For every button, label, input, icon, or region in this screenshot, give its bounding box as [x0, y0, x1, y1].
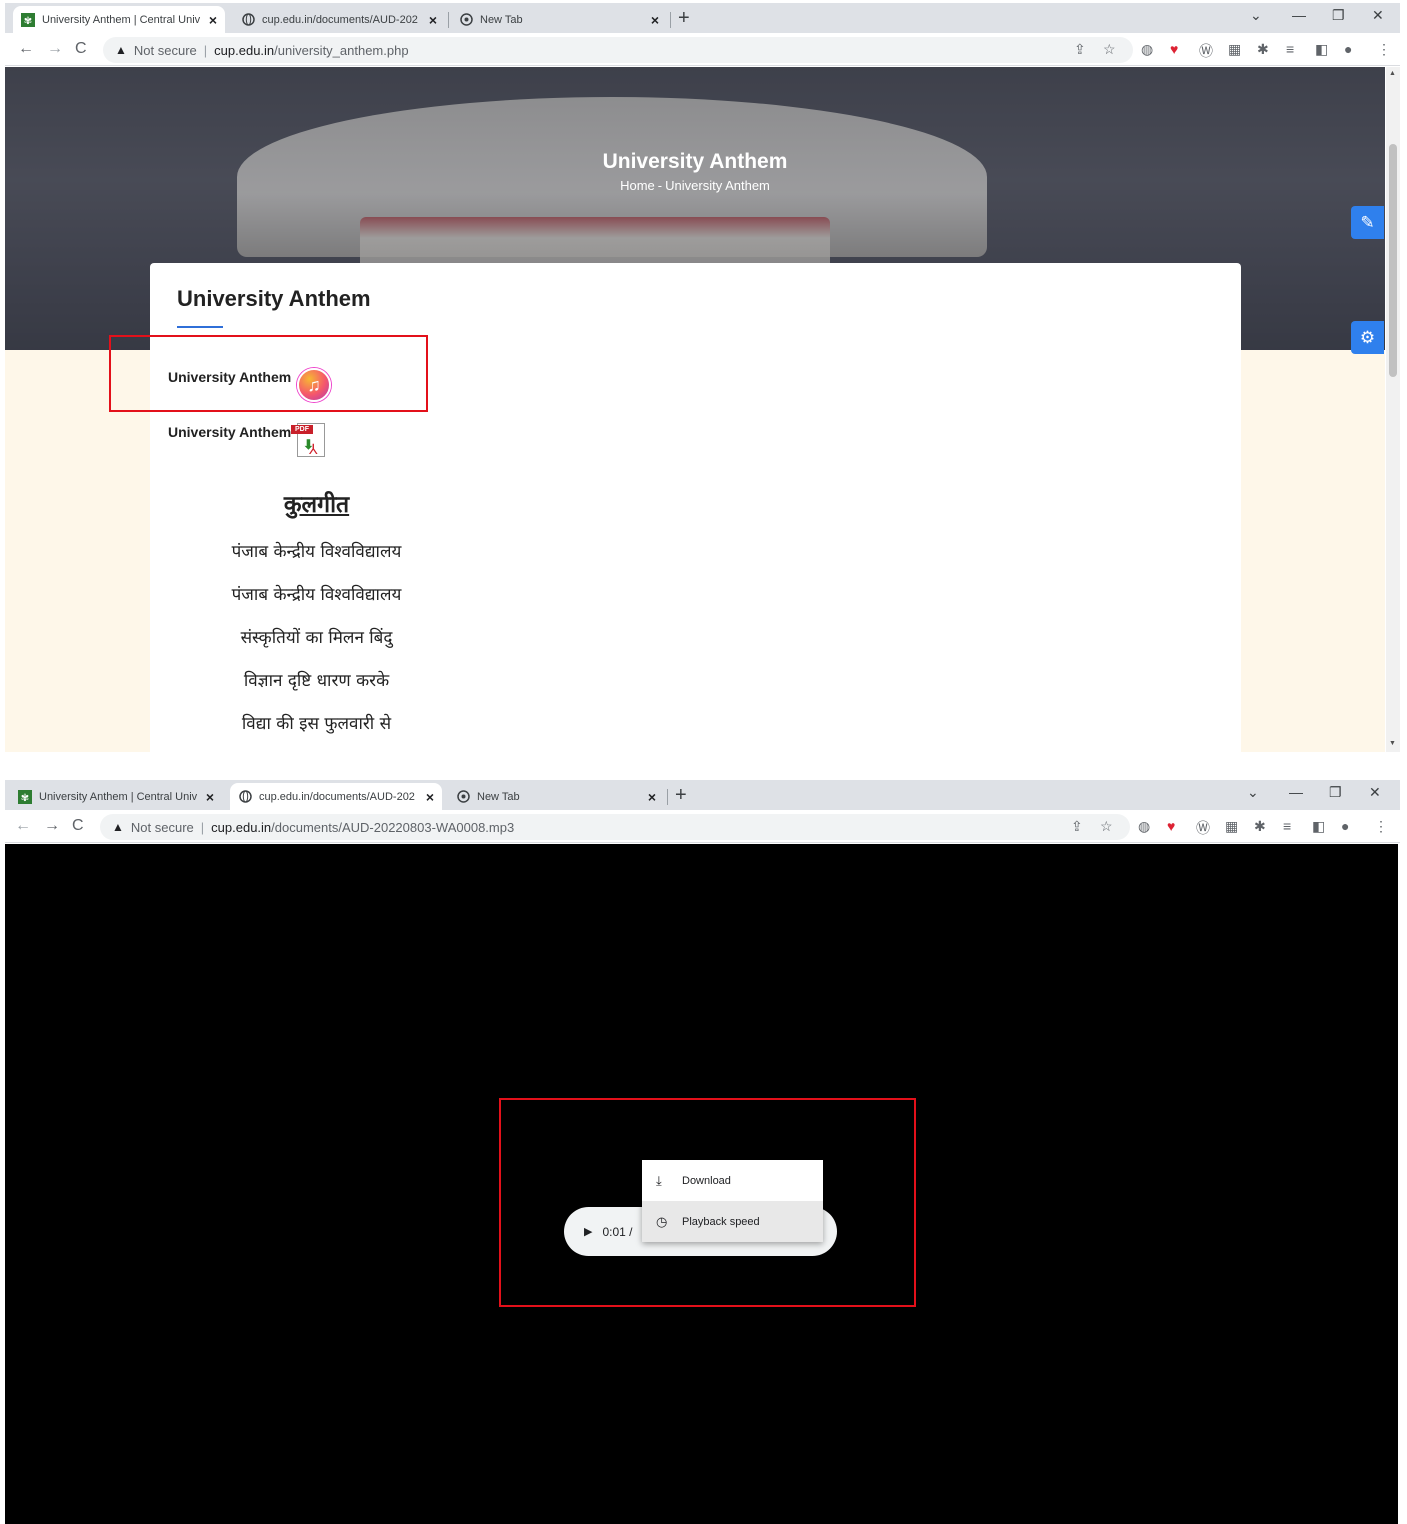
- address-bar[interactable]: ▲ Not secure | cup.edu.in/university_ant…: [103, 37, 1133, 63]
- side-panel-icon[interactable]: ◧: [1315, 41, 1328, 58]
- forward-arrow-icon[interactable]: →: [47, 40, 63, 58]
- tab-strip: ✾ University Anthem | Central Univ × cup…: [5, 780, 1400, 810]
- tab-university-anthem[interactable]: ✾ University Anthem | Central Univ ×: [10, 783, 222, 810]
- extension-w-icon[interactable]: Ⓦ: [1199, 41, 1213, 61]
- back-arrow-icon[interactable]: ←: [18, 40, 34, 58]
- browser-window-audio-player: ✾ University Anthem | Central Univ × cup…: [5, 780, 1400, 1524]
- close-tab-icon[interactable]: ×: [651, 12, 659, 28]
- pdf-link-label: University Anthem: [168, 424, 292, 440]
- pdf-download-icon[interactable]: PDF ⬇ ⅄: [291, 421, 331, 459]
- toolbar: ← → C ▲ Not secure | cup.edu.in/document…: [5, 810, 1400, 843]
- university-favicon-icon: ✾: [21, 12, 35, 27]
- minimize-icon[interactable]: —: [1292, 7, 1306, 23]
- media-viewer: ▶ 0:01 / ⤓ Download ◷ Playback speed: [5, 844, 1398, 1524]
- close-tab-icon[interactable]: ×: [429, 12, 437, 28]
- chrome-icon: [459, 13, 473, 27]
- extension-new-icon[interactable]: ▦: [1225, 818, 1238, 835]
- tab-search-chevron-icon[interactable]: ⌄: [1250, 7, 1262, 24]
- university-favicon-icon: ✾: [18, 789, 32, 804]
- tab-new-tab[interactable]: New Tab ×: [451, 6, 667, 33]
- svg-text:✾: ✾: [24, 16, 32, 27]
- title-underline: [177, 326, 223, 328]
- reading-list-icon[interactable]: ≡: [1286, 41, 1294, 57]
- restore-icon[interactable]: ❐: [1332, 7, 1345, 24]
- highlight-box-player-menu: [499, 1098, 916, 1307]
- anthem-hindi-title: कुलगीत: [283, 491, 350, 518]
- share-icon[interactable]: ⇪: [1071, 818, 1083, 835]
- tab-strip: ✾ University Anthem | Central Univ × cup…: [5, 3, 1400, 33]
- breadcrumb-current: University Anthem: [665, 178, 770, 193]
- tab-audio-document[interactable]: cup.edu.in/documents/AUD-202 ×: [230, 783, 442, 810]
- minimize-icon[interactable]: —: [1289, 784, 1303, 800]
- eyedropper-button[interactable]: ✎: [1351, 206, 1384, 239]
- new-tab-plus-icon[interactable]: +: [675, 784, 687, 807]
- breadcrumb: Home - University Anthem: [620, 178, 770, 193]
- page-title: University Anthem: [177, 286, 371, 311]
- menu-kebab-icon[interactable]: ⋮: [1374, 818, 1388, 835]
- eyedropper-icon: ✎: [1360, 212, 1375, 232]
- breadcrumb-home-link[interactable]: Home: [620, 178, 655, 193]
- chrome-icon: [456, 790, 470, 804]
- close-tab-icon[interactable]: ×: [206, 789, 214, 805]
- anthem-line: विद्या की इस फुलवारी से: [241, 714, 392, 734]
- svg-text:✾: ✾: [21, 793, 29, 804]
- scrollbar-thumb[interactable]: [1389, 144, 1397, 377]
- restore-icon[interactable]: ❐: [1329, 784, 1342, 801]
- share-icon[interactable]: ⇪: [1074, 41, 1086, 58]
- settings-gears-button[interactable]: ⚙: [1351, 321, 1384, 354]
- extension-globe-icon[interactable]: ◍: [1141, 41, 1153, 58]
- browser-window-anthem-page: ✾ University Anthem | Central Univ × cup…: [5, 3, 1400, 752]
- menu-kebab-icon[interactable]: ⋮: [1377, 41, 1391, 58]
- bookmark-star-icon[interactable]: ☆: [1103, 41, 1116, 58]
- extensions-puzzle-icon[interactable]: ✱: [1254, 818, 1266, 835]
- extensions-puzzle-icon[interactable]: ✱: [1257, 41, 1269, 58]
- anthem-line: पंजाब केन्द्रीय विश्वविद्यालय: [231, 585, 402, 605]
- close-tab-icon[interactable]: ×: [648, 789, 656, 805]
- warning-triangle-icon[interactable]: ▲: [112, 820, 124, 834]
- extension-new-icon[interactable]: ▦: [1228, 41, 1241, 58]
- close-tab-icon[interactable]: ×: [426, 789, 434, 805]
- vertical-scrollbar[interactable]: ▲ ▼: [1386, 67, 1400, 752]
- reading-list-icon[interactable]: ≡: [1283, 818, 1291, 834]
- gears-icon: ⚙: [1359, 327, 1376, 347]
- tab-new-tab[interactable]: New Tab ×: [448, 783, 664, 810]
- forward-arrow-icon[interactable]: →: [44, 817, 60, 835]
- tab-separator: [448, 12, 449, 28]
- extension-color-icon[interactable]: ♥: [1167, 818, 1175, 834]
- close-window-icon[interactable]: ✕: [1372, 7, 1384, 24]
- anthem-line: संस्कृतियों का मिलन बिंदु: [240, 628, 393, 648]
- close-window-icon[interactable]: ✕: [1369, 784, 1381, 801]
- tab-university-anthem[interactable]: ✾ University Anthem | Central Univ ×: [13, 6, 225, 33]
- profile-avatar-icon[interactable]: ●: [1341, 818, 1349, 834]
- highlight-box-audio-link: [109, 335, 428, 412]
- side-panel-icon[interactable]: ◧: [1312, 818, 1325, 835]
- address-bar[interactable]: ▲ Not secure | cup.edu.in/documents/AUD-…: [100, 814, 1130, 840]
- anthem-line: विज्ञान दृष्टि धारण करके: [243, 671, 390, 691]
- tab-audio-document[interactable]: cup.edu.in/documents/AUD-202 ×: [233, 6, 445, 33]
- back-arrow-icon[interactable]: ←: [15, 817, 31, 835]
- close-tab-icon[interactable]: ×: [209, 12, 217, 28]
- hero-title: University Anthem: [602, 150, 788, 173]
- reload-icon[interactable]: C: [72, 817, 84, 835]
- profile-avatar-icon[interactable]: ●: [1344, 41, 1352, 57]
- extension-globe-icon[interactable]: ◍: [1138, 818, 1150, 835]
- extension-w-icon[interactable]: Ⓦ: [1196, 818, 1210, 838]
- extension-color-icon[interactable]: ♥: [1170, 41, 1178, 57]
- new-tab-plus-icon[interactable]: +: [678, 7, 690, 30]
- tab-separator: [667, 789, 668, 805]
- globe-icon: [241, 13, 255, 27]
- globe-icon: [238, 790, 252, 804]
- scroll-up-arrow-icon[interactable]: ▲: [1389, 70, 1396, 77]
- toolbar: ← → C ▲ Not secure | cup.edu.in/universi…: [5, 33, 1400, 66]
- scroll-down-arrow-icon[interactable]: ▼: [1389, 740, 1396, 747]
- warning-triangle-icon[interactable]: ▲: [115, 43, 127, 57]
- bookmark-star-icon[interactable]: ☆: [1100, 818, 1113, 835]
- tab-search-chevron-icon[interactable]: ⌄: [1247, 784, 1259, 801]
- tab-separator: [670, 12, 671, 28]
- reload-icon[interactable]: C: [75, 40, 87, 58]
- anthem-line: पंजाब केन्द्रीय विश्वविद्यालय: [231, 542, 402, 562]
